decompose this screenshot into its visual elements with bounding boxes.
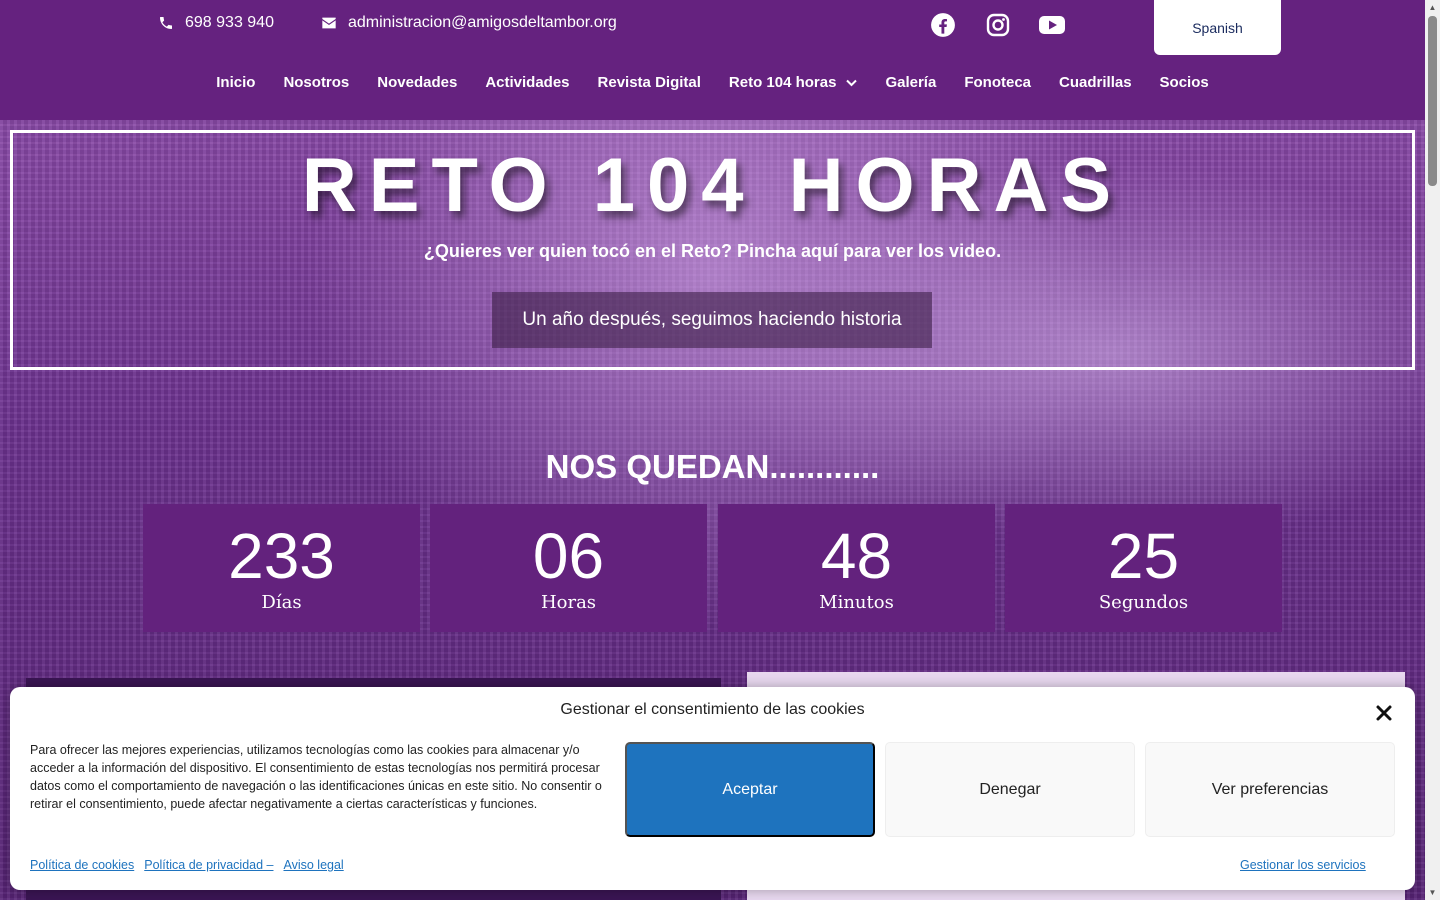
scroll-up-arrow-icon[interactable]: ▲ xyxy=(1425,0,1440,15)
legal-notice-link[interactable]: Aviso legal xyxy=(283,858,343,872)
nav-item-fonoteca[interactable]: Fonoteca xyxy=(950,70,1045,95)
hero-tagline: Un año después, seguimos haciendo histor… xyxy=(492,292,932,348)
privacy-policy-link[interactable]: Política de privacidad – xyxy=(144,858,273,872)
chevron-down-icon xyxy=(846,74,858,91)
close-icon[interactable] xyxy=(1372,701,1396,725)
nav-label: Socios xyxy=(1159,74,1209,91)
nav-item-socios[interactable]: Socios xyxy=(1146,70,1223,95)
countdown-seconds: 25 Segundos xyxy=(1005,504,1282,632)
nav-label: Cuadrillas xyxy=(1059,74,1132,91)
phone-contact[interactable]: 698 933 940 xyxy=(157,14,274,32)
phone-number: 698 933 940 xyxy=(185,14,274,31)
deny-cookies-button[interactable]: Denegar xyxy=(885,742,1135,837)
nav-label: Nosotros xyxy=(283,74,350,91)
cookie-consent-banner: Gestionar el consentimiento de las cooki… xyxy=(10,687,1415,890)
countdown-value: 25 xyxy=(1107,520,1180,592)
hero-title: RETO 104 HORAS xyxy=(301,143,1124,228)
countdown-days: 233 Días xyxy=(143,504,420,632)
nav-label: Novedades xyxy=(377,74,458,91)
nav-item-novedades[interactable]: Novedades xyxy=(363,70,471,95)
countdown-value: 06 xyxy=(532,520,605,592)
main-nav: Inicio Nosotros Novedades Actividades Re… xyxy=(0,70,1425,95)
youtube-icon[interactable] xyxy=(1037,10,1067,40)
countdown-label: Días xyxy=(261,592,302,613)
manage-services-link[interactable]: Gestionar los servicios xyxy=(1240,858,1366,872)
nav-item-cuadrillas[interactable]: Cuadrillas xyxy=(1045,70,1146,95)
countdown-label: Minutos xyxy=(819,592,894,613)
nav-item-reto-104-horas[interactable]: Reto 104 horas xyxy=(715,70,872,95)
page-scrollbar[interactable]: ▲ ▼ xyxy=(1425,0,1440,900)
nav-item-galeria[interactable]: Galería xyxy=(871,70,950,95)
nav-item-revista-digital[interactable]: Revista Digital xyxy=(584,70,715,95)
cookie-policy-link[interactable]: Política de cookies xyxy=(30,858,134,872)
nav-label: Actividades xyxy=(485,74,570,91)
facebook-icon[interactable] xyxy=(928,10,958,40)
email-contact[interactable]: administracion@amigosdeltambor.org xyxy=(320,14,617,32)
nav-label: Inicio xyxy=(216,74,256,91)
countdown-value: 233 xyxy=(228,520,335,592)
top-header: 698 933 940 administracion@amigosdeltamb… xyxy=(0,0,1425,120)
countdown-value: 48 xyxy=(820,520,893,592)
cookie-banner-text: Para ofrecer las mejores experiencias, u… xyxy=(30,743,602,811)
cookie-banner-title: Gestionar el consentimiento de las cooki… xyxy=(560,701,865,718)
nav-item-nosotros[interactable]: Nosotros xyxy=(269,70,363,95)
nav-label: Revista Digital xyxy=(597,74,701,91)
countdown-hours: 06 Horas xyxy=(430,504,707,632)
instagram-icon[interactable] xyxy=(983,10,1013,40)
countdown-label: Horas xyxy=(540,592,597,613)
cookie-policy-links: Política de cookies Política de privacid… xyxy=(30,858,344,872)
nav-item-actividades[interactable]: Actividades xyxy=(471,70,583,95)
scroll-thumb[interactable] xyxy=(1428,16,1437,186)
view-preferences-button[interactable]: Ver preferencias xyxy=(1145,742,1395,837)
language-switcher[interactable]: Spanish xyxy=(1154,0,1281,55)
countdown-minutes: 48 Minutos xyxy=(718,504,995,632)
nav-label: Fonoteca xyxy=(964,74,1032,91)
nav-label: Galería xyxy=(885,74,937,91)
envelope-icon xyxy=(320,14,338,32)
phone-icon xyxy=(157,14,175,32)
nav-label: Reto 104 horas xyxy=(728,74,837,91)
nav-item-inicio[interactable]: Inicio xyxy=(202,70,269,95)
hero-video-link[interactable]: ¿Quieres ver quien tocó en el Reto? Pinc… xyxy=(0,241,1425,262)
email-address: administracion@amigosdeltambor.org xyxy=(348,14,617,31)
countdown-label: Segundos xyxy=(1098,592,1189,613)
scroll-down-arrow-icon[interactable]: ▼ xyxy=(1425,885,1440,900)
accept-cookies-button[interactable]: Aceptar xyxy=(625,742,875,837)
countdown-title: NOS QUEDAN............ xyxy=(545,448,880,485)
